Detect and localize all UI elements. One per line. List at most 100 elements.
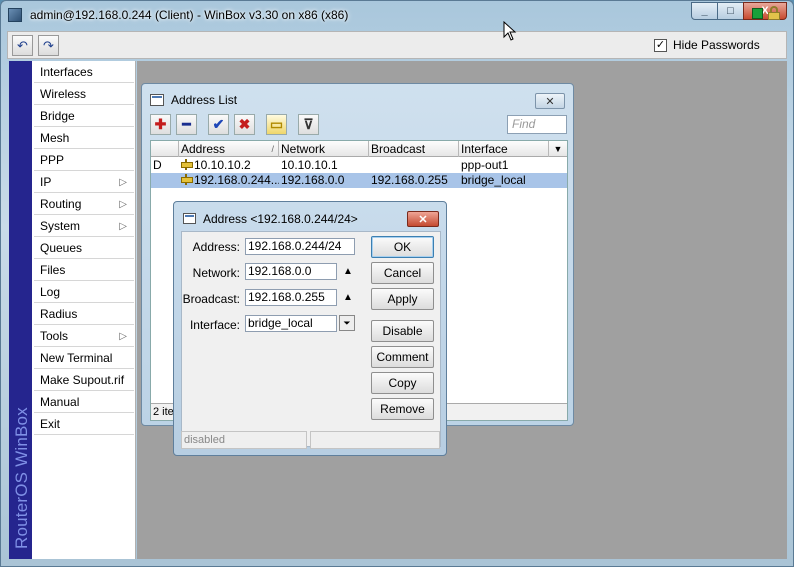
sidebar-item-mesh[interactable]: Mesh [34, 128, 134, 149]
row-network: 192.168.0.0 [281, 173, 345, 187]
column-header-network[interactable]: Network [279, 141, 369, 157]
column-header-interface[interactable]: Interface [459, 141, 549, 157]
comment-button[interactable]: ▭ [266, 114, 287, 135]
sidebar-item-interfaces[interactable]: Interfaces [34, 62, 134, 83]
submenu-arrow-icon: ▷ [119, 177, 127, 188]
sidebar-item-label: Make Supout.rif [40, 373, 125, 387]
enable-button[interactable]: ✔ [208, 114, 229, 135]
column-header-broadcast[interactable]: Broadcast [369, 141, 459, 157]
close-icon: ✕ [418, 213, 428, 226]
filter-icon: ⊽ [303, 116, 314, 132]
address-dialog-title: Address <192.168.0.244/24> [203, 212, 358, 226]
column-menu-button[interactable]: ▼ [549, 141, 567, 157]
close-icon: ✕ [545, 95, 555, 108]
submenu-arrow-icon: ▷ [119, 221, 127, 232]
sidebar-item-label: Tools [40, 329, 69, 343]
submenu-arrow-icon: ▷ [119, 331, 127, 342]
row-interface: bridge_local [461, 173, 526, 187]
sidebar-item-radius[interactable]: Radius [34, 304, 134, 325]
undo-button[interactable]: ↶ [12, 35, 33, 56]
copy-button[interactable]: Copy [371, 372, 434, 394]
column-header-address[interactable]: Address / [179, 141, 279, 157]
sidebar-item-system[interactable]: System ▷ [34, 216, 134, 237]
window-title: admin@192.168.0.244 (Client) - WinBox v3… [30, 8, 349, 22]
winbox-app-icon [8, 8, 22, 22]
address-list-title: Address List [171, 93, 238, 107]
sidebar-item-label: Exit [40, 417, 61, 431]
sidebar-item-queues[interactable]: Queues [34, 238, 134, 259]
collapse-arrow-icon[interactable]: ▲ [343, 266, 353, 277]
table-header: Address / Network Broadcast Interface ▼ [151, 141, 567, 157]
close-button[interactable]: X [743, 2, 787, 20]
interface-select[interactable]: bridge_local [245, 315, 337, 332]
redo-button[interactable]: ↷ [38, 35, 59, 56]
sidebar-item-make-supout-rif[interactable]: Make Supout.rif [34, 370, 134, 391]
column-header-flag[interactable] [151, 141, 179, 157]
title-bar[interactable]: admin@192.168.0.244 (Client) - WinBox v3… [1, 1, 793, 29]
hide-passwords-toggle[interactable]: ✓ Hide Passwords [654, 38, 760, 52]
disable-button[interactable]: ✖ [234, 114, 255, 135]
table-row[interactable]: 192.168.0.244... 192.168.0.0 192.168.0.2… [151, 173, 567, 188]
note-icon: ▭ [269, 116, 284, 132]
address-list-close-button[interactable]: ✕ [535, 93, 565, 109]
dialog-status-bar: disabled [181, 431, 307, 449]
sidebar-item-files[interactable]: Files [34, 260, 134, 281]
redo-icon: ↷ [43, 37, 54, 53]
row-flag: D [153, 158, 162, 172]
dropdown-arrow-icon[interactable]: ⏷ [339, 315, 355, 331]
sidebar-item-log[interactable]: Log [34, 282, 134, 303]
apply-button[interactable]: Apply [371, 288, 434, 310]
network-input[interactable]: 192.168.0.0 [245, 263, 337, 280]
hide-passwords-label: Hide Passwords [673, 38, 760, 52]
brand-label: RouterOS WinBox [12, 407, 31, 549]
dialog-status-bar-secondary [310, 431, 440, 449]
address-icon [181, 174, 193, 185]
address-input[interactable]: 192.168.0.244/24 [245, 238, 355, 255]
sidebar-item-label: Interfaces [40, 65, 93, 79]
table-row[interactable]: D 10.10.10.2 10.10.10.1 ppp-out1 [151, 158, 567, 173]
hide-passwords-checkbox[interactable]: ✓ [654, 38, 667, 52]
minimize-button[interactable]: _ [691, 2, 718, 20]
comment-button[interactable]: Comment [371, 346, 434, 368]
plus-icon: ✚ [154, 116, 167, 132]
filter-button[interactable]: ⊽ [298, 114, 319, 135]
sidebar-item-tools[interactable]: Tools ▷ [34, 326, 134, 347]
sidebar-item-label: Wireless [40, 87, 87, 101]
sidebar-item-exit[interactable]: Exit [34, 414, 134, 435]
row-interface: ppp-out1 [461, 158, 509, 172]
broadcast-input[interactable]: 192.168.0.255 [245, 289, 337, 306]
sidebar-item-new-terminal[interactable]: New Terminal [34, 348, 134, 369]
sidebar-item-label: New Terminal [40, 351, 113, 365]
sidebar-item-bridge[interactable]: Bridge [34, 106, 134, 127]
find-input[interactable]: Find [507, 115, 567, 134]
sidebar-item-label: Log [40, 285, 61, 299]
sort-icon: / [271, 144, 274, 154]
lock-icon [768, 6, 780, 20]
cancel-button[interactable]: Cancel [371, 262, 434, 284]
collapse-arrow-icon[interactable]: ▲ [343, 292, 353, 303]
sidebar-item-ppp[interactable]: PPP [34, 150, 134, 171]
maximize-button[interactable]: □ [717, 2, 744, 20]
sidebar-menu: Interfaces Wireless Bridge Mesh PPP IP ▷ Routin… [32, 61, 136, 559]
ok-button[interactable]: OK [371, 236, 434, 258]
minus-icon: ━ [182, 116, 191, 132]
sidebar-item-wireless[interactable]: Wireless [34, 84, 134, 105]
disable-button[interactable]: Disable [371, 320, 434, 342]
sidebar-item-routing[interactable]: Routing ▷ [34, 194, 134, 215]
sidebar-item-label: IP [40, 175, 52, 189]
sidebar-item-label: Bridge [40, 109, 75, 123]
remove-button[interactable]: Remove [371, 398, 434, 420]
main-toolbar: ↶ ↷ ✓ Hide Passwords [7, 31, 787, 59]
sidebar-item-label: Routing [40, 197, 82, 211]
remove-button[interactable]: ━ [176, 114, 197, 135]
sidebar-item-ip[interactable]: IP ▷ [34, 172, 134, 193]
add-button[interactable]: ✚ [150, 114, 171, 135]
mouse-cursor-icon [503, 21, 517, 41]
address-dialog: Address <192.168.0.244/24> ✕ Address: 19… [173, 201, 447, 456]
sidebar-item-label: Mesh [40, 131, 70, 145]
address-dialog-close-button[interactable]: ✕ [407, 211, 439, 227]
broadcast-label: Broadcast: [182, 292, 240, 306]
sidebar-item-manual[interactable]: Manual [34, 392, 134, 413]
connection-status-icon [752, 8, 763, 19]
row-broadcast: 192.168.0.255 [371, 173, 448, 187]
